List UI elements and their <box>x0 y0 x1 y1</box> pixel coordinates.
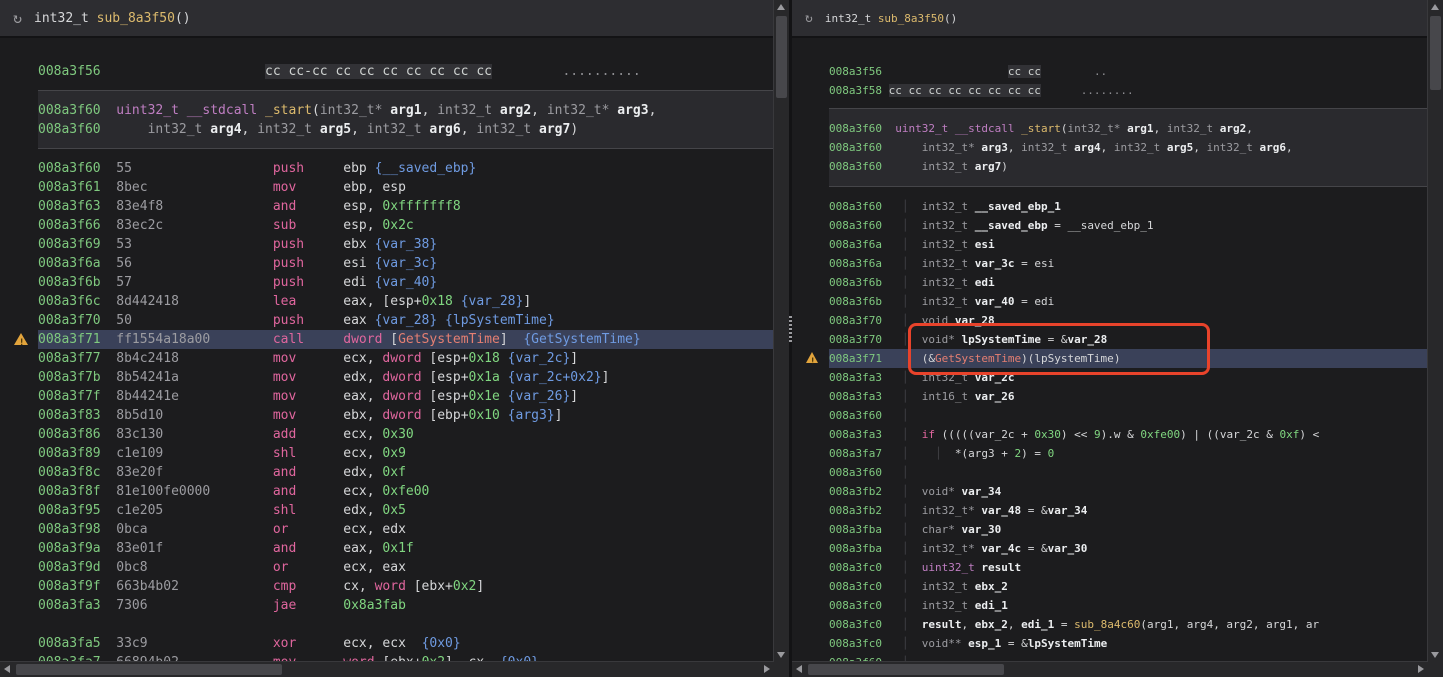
scroll-left-icon[interactable] <box>796 665 802 673</box>
hlil-row[interactable]: 008a3f6a │ int32_t var_3c = esi <box>829 254 1428 273</box>
scrollbar-corner <box>1428 662 1443 677</box>
asm-row[interactable]: 008a3f6b 57 push edi {var_40} <box>38 273 774 292</box>
decompiler-header: ↻ int32_t sub_8a3f50() <box>792 0 1443 38</box>
disassembly-header: ↻ int32_t sub_8a3f50() <box>0 0 789 38</box>
signature-row[interactable]: 008a3f60 int32_t arg7) <box>829 157 1428 176</box>
scroll-left-icon[interactable] <box>4 665 10 673</box>
hlil-row[interactable]: 008a3fa3 │ int16_t var_26 <box>829 387 1428 406</box>
asm-row[interactable]: 008a3f61 8bec mov ebp, esp <box>38 178 774 197</box>
scroll-down-icon[interactable] <box>777 652 785 658</box>
asm-row[interactable]: 008a3f63 83e4f8 and esp, 0xfffffff8 <box>38 197 774 216</box>
scroll-up-icon[interactable] <box>1431 4 1439 10</box>
refresh-icon[interactable]: ↻ <box>13 11 22 26</box>
signature-row[interactable]: 008a3f60 int32_t* arg3, int32_t arg4, in… <box>829 138 1428 157</box>
left-horizontal-scrollbar[interactable] <box>0 661 774 677</box>
asm-row[interactable]: 008a3f83 8b5d10 mov ebx, dword [ebp+0x10… <box>38 406 774 425</box>
scroll-right-icon[interactable] <box>1418 665 1424 673</box>
disassembly-pane: ↻ int32_t sub_8a3f50() 008a3f56 cc cc-cc… <box>0 0 789 677</box>
asm-row[interactable]: 008a3f89 c1e109 shl ecx, 0x9 <box>38 444 774 463</box>
asm-row[interactable]: 008a3f71 ff1554a18a00 call dword [GetSys… <box>38 330 774 349</box>
left-hscroll-thumb[interactable] <box>16 664 282 675</box>
hlil-row[interactable]: 008a3f60 │ int32_t __saved_ebp = __saved… <box>829 216 1428 235</box>
scroll-up-icon[interactable] <box>777 4 785 10</box>
hlil-row[interactable]: 008a3f6a │ int32_t esi <box>829 235 1428 254</box>
right-horizontal-scrollbar[interactable] <box>792 661 1428 677</box>
asm-row[interactable]: 008a3f70 50 push eax {var_28} {lpSystemT… <box>38 311 774 330</box>
hlil-row[interactable]: 008a3fba │ int32_t* var_4c = &var_30 <box>829 539 1428 558</box>
asm-row[interactable] <box>38 615 774 634</box>
asm-row[interactable]: 008a3f9f 663b4b02 cmp cx, word [ebx+0x2] <box>38 577 774 596</box>
right-hscroll-thumb[interactable] <box>808 664 1004 675</box>
hlil-row[interactable]: 008a3f60 │ int32_t __saved_ebp_1 <box>829 197 1428 216</box>
scroll-right-icon[interactable] <box>764 665 770 673</box>
hlil-row[interactable]: 008a3f70 │ void* lpSystemTime = &var_28 <box>829 330 1428 349</box>
hlil-row[interactable]: 008a3fb2 │ void* var_34 <box>829 482 1428 501</box>
asm-row[interactable]: 008a3f98 0bca or ecx, edx <box>38 520 774 539</box>
byte-row[interactable]: 008a3f58 cc cc cc cc cc cc cc cc .......… <box>829 81 1428 100</box>
warning-icon <box>14 333 28 345</box>
asm-row[interactable]: 008a3f69 53 push ebx {var_38} <box>38 235 774 254</box>
asm-row[interactable]: 008a3f8f 81e100fe0000 and ecx, 0xfe00 <box>38 482 774 501</box>
asm-row[interactable]: 008a3f95 c1e205 shl edx, 0x5 <box>38 501 774 520</box>
hlil-row[interactable]: 008a3fc0 │ void** esp_1 = &lpSystemTime <box>829 634 1428 653</box>
decompiler-pane: ↻ int32_t sub_8a3f50() 008a3f56 cc cc ..… <box>792 0 1443 677</box>
asm-row[interactable]: 008a3f8c 83e20f and edx, 0xf <box>38 463 774 482</box>
function-signature: int32_t sub_8a3f50() <box>825 12 957 25</box>
asm-row[interactable]: 008a3f77 8b4c2418 mov ecx, dword [esp+0x… <box>38 349 774 368</box>
hlil-row[interactable]: 008a3fc0 │ int32_t ebx_2 <box>829 577 1428 596</box>
left-vscroll-thumb[interactable] <box>776 16 787 98</box>
asm-row[interactable]: 008a3fa3 7306 jae 0x8a3fab <box>38 596 774 615</box>
asm-row[interactable]: 008a3f60 55 push ebp {__saved_ebp} <box>38 159 774 178</box>
hlil-row[interactable]: 008a3f60 │ <box>829 406 1428 425</box>
asm-row[interactable]: 008a3f7b 8b54241a mov edx, dword [esp+0x… <box>38 368 774 387</box>
asm-row[interactable]: 008a3f6c 8d442418 lea eax, [esp+0x18 {va… <box>38 292 774 311</box>
right-vertical-scrollbar[interactable] <box>1427 0 1443 662</box>
refresh-icon[interactable]: ↻ <box>805 12 813 25</box>
scroll-down-icon[interactable] <box>1431 652 1439 658</box>
decompiler-listing[interactable]: 008a3f56 cc cc ..008a3f58 cc cc cc cc cc… <box>792 38 1428 662</box>
right-vscroll-thumb[interactable] <box>1430 16 1441 90</box>
left-vertical-scrollbar[interactable] <box>773 0 789 662</box>
hlil-row[interactable]: 008a3fba │ char* var_30 <box>829 520 1428 539</box>
byte-row[interactable]: 008a3f56 cc cc .. <box>829 62 1428 81</box>
hlil-row[interactable]: 008a3fb2 │ int32_t* var_48 = &var_34 <box>829 501 1428 520</box>
hlil-row[interactable]: 008a3fc0 │ uint32_t result <box>829 558 1428 577</box>
asm-row[interactable]: 008a3f7f 8b44241e mov eax, dword [esp+0x… <box>38 387 774 406</box>
hlil-row[interactable]: 008a3fa3 │ int32_t var_2c <box>829 368 1428 387</box>
hlil-row[interactable]: 008a3fa3 │ if (((((var_2c + 0x30) << 9).… <box>829 425 1428 444</box>
byte-row[interactable]: 008a3f56 cc cc-cc cc cc cc cc cc cc cc .… <box>38 62 774 81</box>
hlil-row[interactable]: 008a3f6b │ int32_t edi <box>829 273 1428 292</box>
hlil-row[interactable]: 008a3f70 │ void var_28 <box>829 311 1428 330</box>
hlil-row[interactable]: 008a3fa7 │ │ *(arg3 + 2) = 0 <box>829 444 1428 463</box>
asm-row[interactable]: 008a3f9a 83e01f and eax, 0x1f <box>38 539 774 558</box>
asm-row[interactable]: 008a3f66 83ec2c sub esp, 0x2c <box>38 216 774 235</box>
signature-row[interactable]: 008a3f60 uint32_t __stdcall _start(int32… <box>38 101 774 120</box>
scrollbar-corner <box>774 662 789 677</box>
hlil-row[interactable]: 008a3f60 │ <box>829 463 1428 482</box>
warning-icon <box>806 352 818 363</box>
disassembly-listing[interactable]: 008a3f56 cc cc-cc cc cc cc cc cc cc cc .… <box>0 38 774 662</box>
asm-row[interactable]: 008a3fa5 33c9 xor ecx, ecx {0x0} <box>38 634 774 653</box>
asm-row[interactable]: 008a3f86 83c130 add ecx, 0x30 <box>38 425 774 444</box>
signature-row[interactable]: 008a3f60 int32_t arg4, int32_t arg5, int… <box>38 120 774 139</box>
hlil-row[interactable]: 008a3fc0 │ int32_t edi_1 <box>829 596 1428 615</box>
hlil-row[interactable]: 008a3f6b │ int32_t var_40 = edi <box>829 292 1428 311</box>
asm-row[interactable]: 008a3f9d 0bc8 or ecx, eax <box>38 558 774 577</box>
binary-ninja-window: ↻ int32_t sub_8a3f50() 008a3f56 cc cc-cc… <box>0 0 1443 677</box>
asm-row[interactable]: 008a3f6a 56 push esi {var_3c} <box>38 254 774 273</box>
function-signature: int32_t sub_8a3f50() <box>34 11 191 26</box>
hlil-row[interactable]: 008a3f71 │ (&GetSystemTime)(lpSystemTime… <box>829 349 1428 368</box>
hlil-row[interactable]: 008a3fc0 │ result, ebx_2, edi_1 = sub_8a… <box>829 615 1428 634</box>
signature-row[interactable]: 008a3f60 uint32_t __stdcall _start(int32… <box>829 119 1428 138</box>
